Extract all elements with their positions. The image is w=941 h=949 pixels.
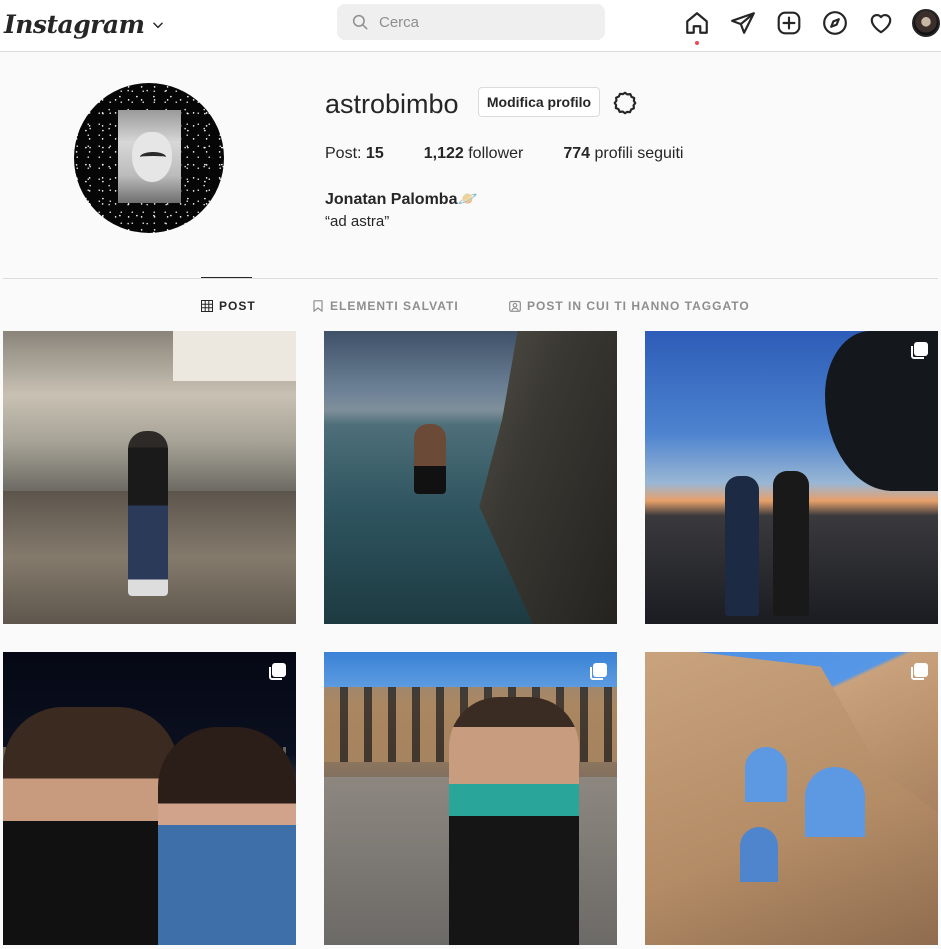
search-box[interactable] xyxy=(337,4,605,40)
following-label: profili seguiti xyxy=(594,145,684,162)
photo-person xyxy=(128,431,168,596)
photo-rocks xyxy=(479,331,617,624)
bookmark-icon xyxy=(313,300,323,312)
photo-ceiling xyxy=(173,331,296,381)
new-post-button[interactable] xyxy=(776,10,802,36)
home-icon xyxy=(686,12,708,34)
profile-avatar-nav[interactable] xyxy=(912,9,940,37)
tag-user-icon xyxy=(509,300,521,312)
following-link[interactable]: 774 profili seguiti xyxy=(563,145,683,163)
chevron-down-icon xyxy=(152,22,163,29)
explore-button[interactable] xyxy=(822,10,848,36)
photo-man xyxy=(449,697,579,945)
tabs-divider xyxy=(3,278,938,279)
posts-count: 15 xyxy=(365,145,384,162)
photo-wall xyxy=(645,652,938,945)
active-tab-indicator xyxy=(201,277,252,278)
direct-button[interactable] xyxy=(730,10,756,36)
photo-arch xyxy=(805,767,865,837)
tab-posts[interactable]: POST xyxy=(201,298,256,314)
profile-photo-face xyxy=(118,110,181,203)
heart-icon xyxy=(870,14,892,34)
edit-profile-button[interactable]: Modifica profilo xyxy=(478,87,600,117)
instagram-logo[interactable]: Instagram xyxy=(4,6,165,42)
tab-tagged[interactable]: POST IN CUI TI HANNO TAGGATO xyxy=(509,298,750,314)
carousel-icon xyxy=(911,663,928,680)
carousel-icon xyxy=(590,663,607,680)
compass-icon xyxy=(823,11,847,35)
photo-person-left xyxy=(725,476,759,616)
posts-count-stat: Post: 15 xyxy=(325,145,384,163)
settings-gear-icon[interactable] xyxy=(612,90,638,116)
profile-username: astrobimbo xyxy=(325,89,459,119)
photo-person-right xyxy=(773,471,809,616)
photo-arch xyxy=(745,747,787,802)
plus-square-icon xyxy=(777,11,801,35)
search-input[interactable] xyxy=(379,13,579,31)
profile-full-name: Jonatan Palomba🪐 xyxy=(325,191,478,208)
followers-link[interactable]: 1,122 follower xyxy=(424,145,524,163)
post-thumbnail[interactable] xyxy=(324,331,617,624)
followers-label: follower xyxy=(468,145,524,162)
tab-posts-label: POST xyxy=(219,299,256,313)
top-nav: Instagram xyxy=(0,0,941,52)
post-thumbnail[interactable] xyxy=(645,331,938,624)
profile-picture[interactable] xyxy=(74,83,224,233)
photo-man xyxy=(3,707,178,945)
paper-plane-icon xyxy=(731,12,755,34)
grid-icon xyxy=(201,300,213,312)
profile-stats: Post: 15 1,122 follower 774 profili segu… xyxy=(325,145,683,163)
home-button[interactable] xyxy=(684,10,710,45)
post-thumbnail[interactable] xyxy=(324,652,617,945)
tab-saved-label: ELEMENTI SALVATI xyxy=(330,299,459,313)
tab-tagged-label: POST IN CUI TI HANNO TAGGATO xyxy=(527,299,750,313)
posts-label: Post: xyxy=(325,145,362,162)
notification-dot xyxy=(695,41,699,45)
activity-button[interactable] xyxy=(868,10,894,36)
post-thumbnail[interactable] xyxy=(3,652,296,945)
carousel-icon xyxy=(911,342,928,359)
post-thumbnail[interactable] xyxy=(645,652,938,945)
carousel-icon xyxy=(269,663,286,680)
nav-icons xyxy=(664,9,940,45)
post-thumbnail[interactable] xyxy=(3,331,296,624)
following-count: 774 xyxy=(563,145,591,162)
photo-swimmer xyxy=(414,424,446,494)
followers-count: 1,122 xyxy=(423,145,464,162)
photo-woman xyxy=(158,727,296,945)
photo-arch xyxy=(740,827,778,882)
search-icon xyxy=(352,14,368,30)
logo-text: Instagram xyxy=(4,9,145,39)
profile-bio: “ad astra” xyxy=(325,213,390,230)
tab-saved[interactable]: ELEMENTI SALVATI xyxy=(312,298,459,314)
